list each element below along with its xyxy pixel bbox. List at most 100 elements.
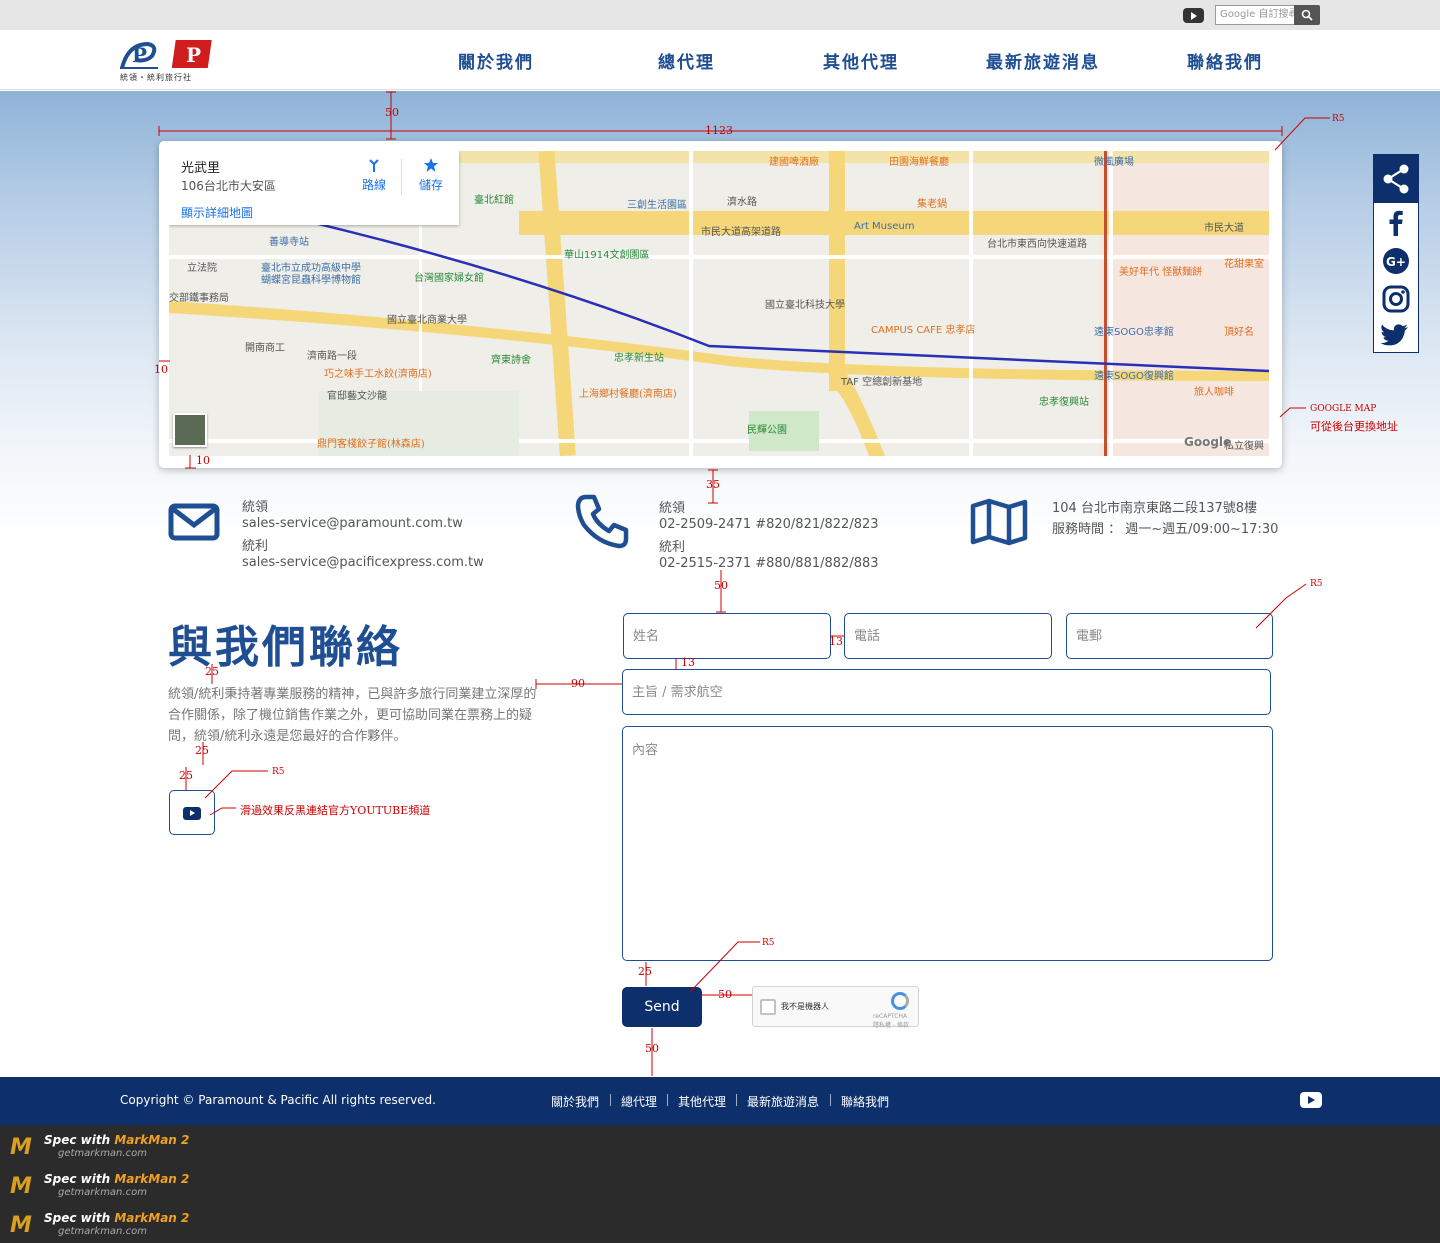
directions-icon [369,159,379,172]
youtube-channel-button[interactable] [169,790,215,835]
site-footer: Copyright © Paramount & Pacific All righ… [0,1077,1440,1125]
nav-general-agent[interactable]: 總代理 [658,48,715,73]
subject-input[interactable] [622,669,1271,715]
email-input[interactable] [1066,613,1273,659]
spec-gap-info: 35 [706,478,720,491]
markman-logo-icon: M [10,1174,32,1199]
map-info-divider [401,159,402,195]
nav-other-agents[interactable]: 其他代理 [823,48,899,73]
map-icon [970,498,1028,546]
search-button[interactable] [1294,5,1320,25]
map-label: 蝴蝶宮昆蟲科學博物館 [261,275,361,286]
recaptcha-checkbox[interactable] [760,999,776,1015]
recaptcha-widget: 我不是機器人 reCAPTCHA 隱私權 - 條款 [752,986,919,1029]
name-input[interactable] [623,613,831,659]
map-label: 上海鄉村餐廳(濟南店) [579,389,677,400]
map-label: 立法院 [187,263,217,274]
route-label: 路線 [361,178,386,192]
footer-link-travel-news[interactable]: 最新旅遊消息 [747,1093,819,1110]
markman-text-a: Spec with [44,1172,115,1186]
map-info-card: 光武里 106台北市大安區 顯示詳細地圖 路線 儲存 [169,151,459,225]
map-label: TAF 空總創新基地 [841,377,923,388]
markman-strip: M Spec with MarkMan 2 getmarkman.com M S… [0,1125,1440,1243]
google-logo: Google [1184,435,1232,449]
phone-input[interactable] [844,613,1052,659]
markman-text-b: MarkMan 2 [114,1133,190,1147]
google-plus-link[interactable]: G+ [1374,243,1418,279]
map-label: 臺北紅館 [474,195,514,206]
map-label: 三創生活園區 [627,200,687,211]
facebook-link[interactable] [1374,205,1418,241]
footer-divider [830,1094,831,1106]
nav-about[interactable]: 關於我們 [458,48,534,73]
footer-link-general-agent[interactable]: 總代理 [621,1093,657,1110]
spec-gap-yt-left: 25 [179,769,193,782]
markman-url: getmarkman.com [58,1187,147,1198]
footer-divider [736,1094,737,1106]
email-value-paramount[interactable]: sales-service@paramount.com.tw [242,516,484,532]
email-value-pacific[interactable]: sales-service@pacificexpress.com.tw [242,555,484,571]
recaptcha-logo-icon [891,992,909,1010]
markman-badge: M Spec with MarkMan 2 getmarkman.com [10,1209,210,1241]
map-place-name: 光武里 [181,161,221,176]
email-label-pacific: 統利 [242,539,269,554]
spec-gap-form: 50 [714,579,728,592]
map-label: 旅人咖啡 [1194,387,1234,398]
spec-gmap-note-1: GOOGLE MAP [1310,404,1377,414]
search-input[interactable]: Google 自訂搜尋 [1215,5,1295,25]
markman-text-a: Spec with [44,1133,115,1147]
map-route-button[interactable]: 路線 [359,157,389,193]
top-utility-bar: Google 自訂搜尋 [0,0,1440,30]
youtube-icon[interactable] [1183,8,1204,23]
star-icon [424,158,438,172]
phone-value-paramount[interactable]: 02-2509-2471 #820/821/822/823 [659,517,879,533]
map-label: 齊東詩舍 [491,355,531,366]
map-label: 國立臺北科技大學 [765,300,845,311]
share-icon [1383,164,1409,194]
business-hours: 服務時間 ： 週一~週五/09:00~17:30 [1052,522,1279,537]
map-label: 頂好名 [1224,327,1254,338]
site-header: P P 統領・統利旅行社 關於我們 總代理 其他代理 最新旅遊消息 聯絡我們 [0,30,1440,90]
google-plus-icon: G+ [1383,248,1409,274]
map-label: 田園海鮮餐廳 [889,157,949,168]
content-textarea[interactable] [622,726,1273,961]
map-label: CAMPUS CAFE 忠孝店 [871,325,976,336]
google-map[interactable]: 光武里 106台北市大安區 顯示詳細地圖 路線 儲存 建國啤酒廠 田園海鮮餐廳 … [169,151,1269,456]
spec-radius-yt: R5 [272,767,285,777]
map-card: 光武里 106台北市大安區 顯示詳細地圖 路線 儲存 建國啤酒廠 田園海鮮餐廳 … [159,141,1282,468]
map-save-button[interactable]: 儲存 [416,157,446,193]
footer-link-about[interactable]: 關於我們 [551,1093,599,1110]
footer-link-other-agents[interactable]: 其他代理 [678,1093,726,1110]
twitter-link[interactable] [1374,317,1418,353]
map-label: 台灣國家婦女館 [414,273,484,284]
phone-label-pacific: 統利 [659,540,686,555]
twitter-icon [1380,324,1408,346]
map-label: 遠東SOGO復興館 [1094,371,1174,382]
share-button[interactable] [1374,155,1418,203]
recaptcha-terms[interactable]: 隱私權 - 條款 [873,1020,909,1029]
phone-info: 統領 02-2509-2471 #820/821/822/823 統利 02-2… [659,501,879,572]
map-satellite-toggle[interactable] [173,413,207,447]
footer-youtube-icon[interactable] [1300,1092,1322,1108]
map-label: 建國啤酒廠 [769,157,819,168]
address-info: 104 台北市南京東路二段137號8樓 服務時間 ： 週一~週五/09:00~1… [1052,501,1278,538]
phone-value-pacific[interactable]: 02-2515-2371 #880/881/882/883 [659,556,879,572]
map-label: 忠孝新生站 [614,353,664,364]
spec-radius-fields: R5 [1310,579,1323,589]
send-button[interactable]: Send [622,987,702,1027]
site-logo[interactable]: P P 統領・統利旅行社 [118,38,218,84]
map-label: 濟水路 [727,197,757,208]
markman-text-a: Spec with [44,1211,115,1225]
spec-map-pad-bottom: 10 [196,454,210,467]
markman-text-b: MarkMan 2 [114,1211,190,1225]
map-detail-link[interactable]: 顯示詳細地圖 [181,204,253,221]
instagram-link[interactable] [1374,281,1418,317]
address-line: 104 台北市南京東路二段137號8樓 [1052,501,1258,516]
youtube-icon [183,807,201,820]
nav-contact[interactable]: 聯絡我們 [1187,48,1263,73]
logo-text: 統領・統利旅行社 [120,73,192,82]
spec-gmap-note-2: 可從後台更換地址 [1310,420,1398,433]
footer-link-contact[interactable]: 聯絡我們 [841,1093,889,1110]
nav-travel-news[interactable]: 最新旅遊消息 [986,48,1100,73]
map-label: 國立臺北商業大學 [387,315,467,326]
